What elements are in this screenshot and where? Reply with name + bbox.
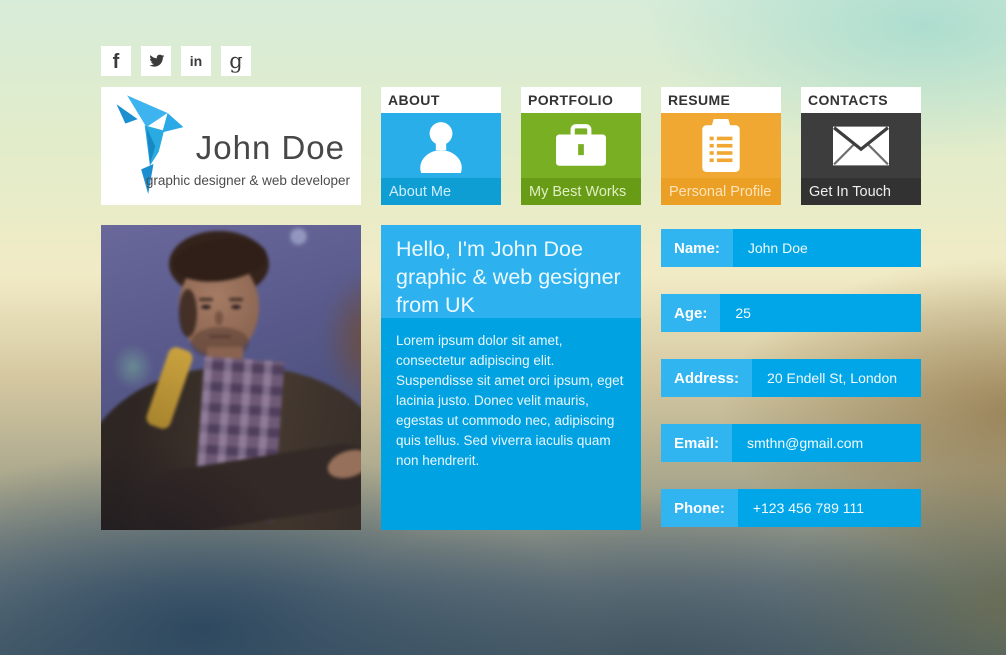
nav-tile-resume-body [661, 113, 781, 178]
logo-tagline: graphic designer & web developer [146, 173, 350, 188]
detail-value: smthn@gmail.com [732, 424, 921, 462]
profile-photo [101, 225, 361, 530]
nav-tile-portfolio-caption: My Best Works [521, 178, 641, 205]
details-panel: Name: John Doe Age: 25 Address: 20 Endel… [661, 225, 921, 530]
nav-tile-about-body [381, 113, 501, 178]
nav-tile-portfolio-header: PORTFOLIO [521, 87, 641, 113]
detail-row-email: Email: smthn@gmail.com [661, 424, 921, 462]
detail-row-phone: Phone: +123 456 789 111 [661, 489, 921, 527]
detail-row-address: Address: 20 Endell St, London [661, 359, 921, 397]
nav-tile-portfolio[interactable]: PORTFOLIO My Best Works [521, 87, 641, 205]
detail-value: 20 Endell St, London [752, 359, 921, 397]
detail-label: Email: [661, 424, 732, 462]
linkedin-glyph: in [190, 53, 202, 69]
photo-blur-layer [101, 225, 361, 530]
google-icon[interactable]: g [221, 46, 251, 76]
linkedin-icon[interactable]: in [181, 46, 211, 76]
logo-name: John Doe [196, 129, 345, 167]
twitter-bird-icon [148, 54, 165, 69]
nav-tile-resume[interactable]: RESUME Personal Profile [661, 87, 781, 205]
about-panel: Hello, I'm John Doe graphic & web gesign… [381, 225, 641, 530]
facebook-glyph: f [113, 51, 120, 74]
detail-label: Address: [661, 359, 752, 397]
nav-tile-portfolio-body [521, 113, 641, 178]
detail-value: 25 [720, 294, 921, 332]
nav-tile-contacts-body [801, 113, 921, 178]
nav-tile-about-caption: About Me [381, 178, 501, 205]
detail-value: +123 456 789 111 [738, 489, 921, 527]
detail-label: Age: [661, 294, 720, 332]
briefcase-icon [555, 124, 607, 168]
detail-label: Phone: [661, 489, 738, 527]
nav-tile-about-header: ABOUT [381, 87, 501, 113]
logo[interactable]: John Doe graphic designer & web develope… [101, 87, 361, 205]
person-icon [416, 119, 466, 173]
nav-tile-resume-caption: Personal Profile [661, 178, 781, 205]
nav-tile-about[interactable]: ABOUT About Me [381, 87, 501, 205]
detail-value: John Doe [733, 229, 921, 267]
facebook-icon[interactable]: f [101, 46, 131, 76]
about-heading: Hello, I'm John Doe graphic & web gesign… [381, 225, 641, 318]
about-text: Lorem ipsum dolor sit amet, consectetur … [381, 318, 641, 530]
nav-tile-resume-header: RESUME [661, 87, 781, 113]
google-glyph: g [229, 49, 242, 73]
social-bar: f in g [101, 46, 251, 76]
clipboard-icon [700, 119, 742, 173]
photo-vignette [101, 225, 361, 530]
detail-row-name: Name: John Doe [661, 229, 921, 267]
detail-row-age: Age: 25 [661, 294, 921, 332]
nav-tile-contacts-header: CONTACTS [801, 87, 921, 113]
nav-tile-contacts-caption: Get In Touch [801, 178, 921, 205]
envelope-icon [833, 126, 889, 166]
nav-tile-contacts[interactable]: CONTACTS Get In Touch [801, 87, 921, 205]
detail-label: Name: [661, 229, 733, 267]
twitter-icon[interactable] [141, 46, 171, 76]
